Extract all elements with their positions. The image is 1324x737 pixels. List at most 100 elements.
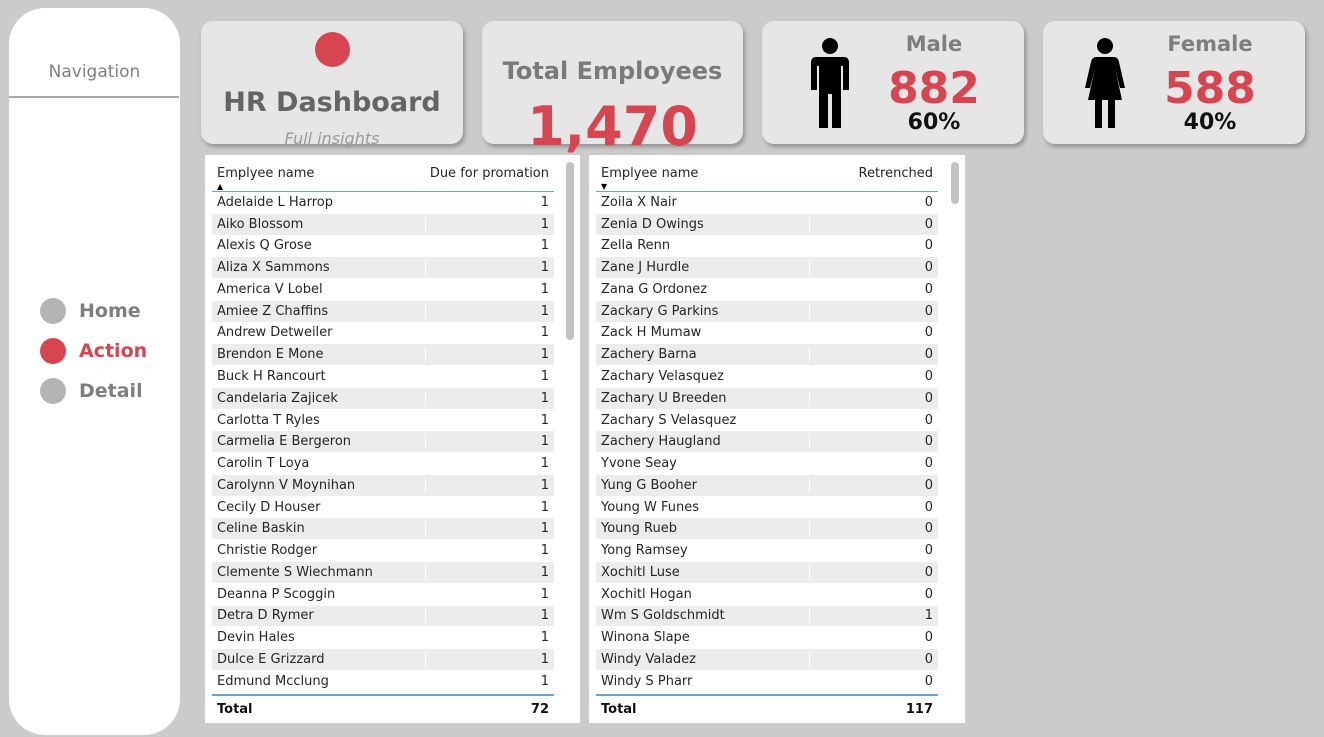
- table-row[interactable]: Devin Hales 1: [212, 627, 554, 650]
- cell-value: 0: [809, 456, 933, 472]
- table-row[interactable]: Dulce E Grizzard 1: [212, 649, 554, 671]
- table-row[interactable]: Aiko Blossom 1: [212, 213, 554, 236]
- table-row[interactable]: Zella Renn 0: [596, 235, 938, 258]
- cell-value: 1: [425, 194, 549, 210]
- total-label: Total: [217, 701, 253, 717]
- table-row[interactable]: Zenia D Owings 0: [596, 213, 938, 236]
- cell-value: 1: [809, 608, 933, 624]
- cell-employee-name: Carmelia E Bergeron: [217, 434, 352, 450]
- table-row[interactable]: Zackary G Parkins 0: [596, 300, 938, 323]
- cell-employee-name: Young W Funes: [601, 499, 700, 515]
- table-row[interactable]: Zachary Velasquez 0: [596, 366, 938, 388]
- cell-value: 0: [809, 651, 933, 667]
- nav-item-detail[interactable]: Detail: [40, 377, 143, 405]
- cell-value: 1: [425, 347, 549, 363]
- table-row[interactable]: Young Rueb 0: [596, 518, 938, 541]
- male-person-icon: [811, 38, 849, 128]
- table-row[interactable]: Zachary S Velasquez 0: [596, 409, 938, 432]
- cell-employee-name: Deanna P Scoggin: [217, 586, 336, 602]
- table-row[interactable]: Celine Baskin 1: [212, 518, 554, 541]
- navigation-panel: Navigation Home Action Detail: [9, 8, 180, 735]
- cell-employee-name: Carolynn V Moynihan: [217, 477, 356, 493]
- cell-employee-name: Cecily D Houser: [217, 499, 321, 515]
- table-row[interactable]: America V Lobel 1: [212, 279, 554, 301]
- table-row[interactable]: Xochitl Luse 0: [596, 562, 938, 584]
- cell-employee-name: Christie Rodger: [217, 543, 318, 559]
- cell-value: 0: [809, 347, 933, 363]
- table-body: Zoila X Nair 0 Zenia D Owings 0 Zella Renn 0 Z…: [596, 192, 938, 693]
- table-row[interactable]: Zack H Mumaw 0: [596, 322, 938, 345]
- table-row[interactable]: Cecily D Houser 1: [212, 496, 554, 519]
- cell-employee-name: Wm S Goldschmidt: [601, 608, 725, 624]
- cell-value: 0: [809, 412, 933, 428]
- cell-employee-name: Xochitl Luse: [601, 564, 680, 580]
- table-row[interactable]: Amiee Z Chaffins 1: [212, 300, 554, 323]
- table-row[interactable]: Carlotta T Ryles 1: [212, 409, 554, 432]
- table-row[interactable]: Zachary U Breeden 0: [596, 387, 938, 410]
- table-row[interactable]: Zana G Ordonez 0: [596, 279, 938, 301]
- vertical-scrollbar[interactable]: [951, 162, 959, 204]
- total-label: Total: [601, 701, 637, 717]
- nav-item-action[interactable]: Action: [40, 337, 147, 365]
- cell-value: 0: [809, 543, 933, 559]
- cell-value: 0: [809, 499, 933, 515]
- cell-employee-name: Zachary U Breeden: [601, 390, 727, 406]
- table-row[interactable]: Zachery Haugland 0: [596, 431, 938, 454]
- table-row[interactable]: Aliza X Sammons 1: [212, 257, 554, 280]
- table-row[interactable]: Xochitl Hogan 0: [596, 583, 938, 606]
- table-row[interactable]: Young W Funes 0: [596, 496, 938, 519]
- table-row[interactable]: Zoila X Nair 0: [596, 192, 938, 214]
- cell-employee-name: Zackary G Parkins: [601, 303, 719, 319]
- total-value: 117: [905, 701, 933, 717]
- cell-employee-name: Zachary S Velasquez: [601, 412, 737, 428]
- cell-value: 1: [425, 325, 549, 341]
- table-row[interactable]: Zachery Barna 0: [596, 344, 938, 367]
- female-percent: 40%: [1183, 110, 1237, 135]
- cell-employee-name: Zachary Velasquez: [601, 369, 724, 384]
- cell-employee-name: Zana G Ordonez: [601, 281, 708, 297]
- table-row[interactable]: Zane J Hurdle 0: [596, 257, 938, 280]
- sort-descending-icon[interactable]: ▼: [601, 182, 607, 191]
- table-row[interactable]: Buck H Rancourt 1: [212, 366, 554, 388]
- nav-item-home[interactable]: Home: [40, 297, 141, 325]
- table-row[interactable]: Clemente S Wiechmann 1: [212, 562, 554, 584]
- brand-dot-icon: [315, 32, 350, 67]
- table-row[interactable]: Deanna P Scoggin 1: [212, 583, 554, 606]
- table-row[interactable]: Andrew Detweiler 1: [212, 322, 554, 345]
- cell-value: 1: [425, 281, 549, 297]
- table-row[interactable]: Yong Ramsey 0: [596, 540, 938, 563]
- table-row[interactable]: Edmund Mcclung 1: [212, 670, 554, 693]
- table-row[interactable]: Adelaide L Harrop 1: [212, 192, 554, 214]
- table-row[interactable]: Winona Slape 0: [596, 627, 938, 650]
- cell-value: 0: [809, 260, 933, 276]
- table-row[interactable]: Carolynn V Moynihan 1: [212, 474, 554, 497]
- cell-value: 1: [425, 630, 549, 646]
- cell-value: 0: [809, 216, 933, 232]
- table-row[interactable]: Brendon E Mone 1: [212, 344, 554, 367]
- cell-employee-name: Amiee Z Chaffins: [217, 303, 329, 319]
- cell-employee-name: Zenia D Owings: [601, 216, 704, 232]
- table-row[interactable]: Alexis Q Grose 1: [212, 235, 554, 258]
- column-header-retrenched[interactable]: Retrenched: [859, 166, 933, 181]
- cell-employee-name: Carlotta T Ryles: [217, 412, 320, 428]
- table-row[interactable]: Candelaria Zajicek 1: [212, 387, 554, 410]
- table-row[interactable]: Christie Rodger 1: [212, 540, 554, 563]
- cell-employee-name: Zella Renn: [601, 238, 671, 254]
- sort-ascending-icon[interactable]: ▲: [217, 182, 223, 191]
- table-row[interactable]: Wm S Goldschmidt 1: [596, 605, 938, 628]
- cell-employee-name: Brendon E Mone: [217, 347, 324, 363]
- table-row[interactable]: Windy S Pharr 0: [596, 670, 938, 693]
- nav-item-label: Home: [79, 300, 141, 322]
- table-row[interactable]: Yung G Booher 0: [596, 474, 938, 497]
- table-row[interactable]: Carolin T Loya 1: [212, 453, 554, 475]
- vertical-scrollbar[interactable]: [566, 162, 574, 340]
- table-row[interactable]: Detra D Rymer 1: [212, 605, 554, 628]
- table-row[interactable]: Carmelia E Bergeron 1: [212, 431, 554, 454]
- column-header-due-for-promotion[interactable]: Due for promation: [430, 166, 549, 181]
- column-header-employee-name[interactable]: Emplyee name: [601, 166, 698, 181]
- column-header-employee-name[interactable]: Emplyee name: [217, 166, 314, 181]
- table-row[interactable]: Yvone Seay 0: [596, 453, 938, 475]
- cell-value: 1: [425, 521, 549, 537]
- table-row[interactable]: Windy Valadez 0: [596, 649, 938, 671]
- cell-value: 1: [425, 238, 549, 254]
